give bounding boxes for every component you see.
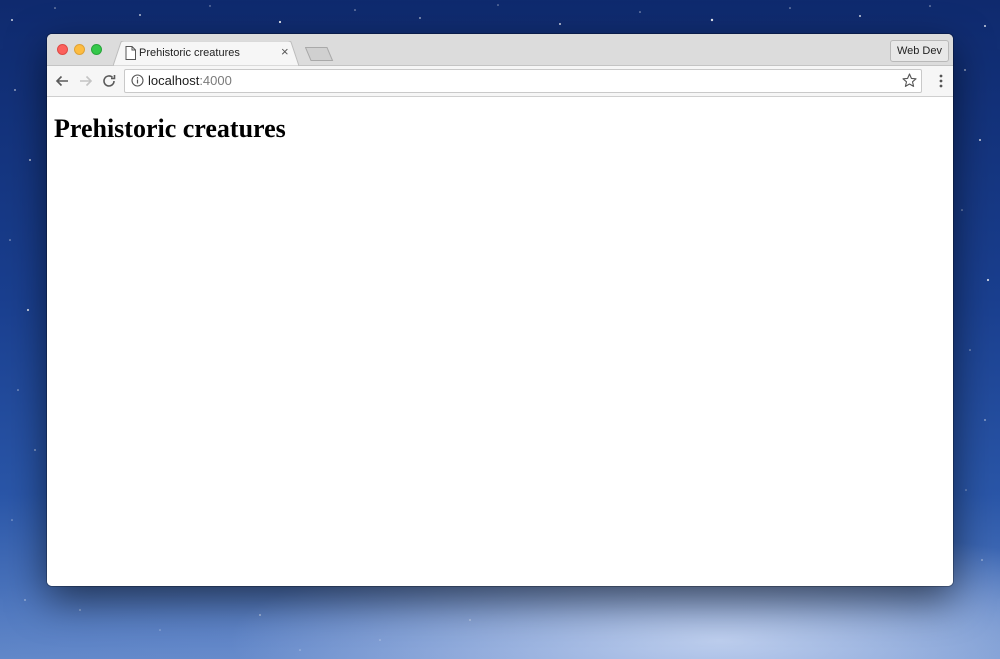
tab-close-icon[interactable]: ×	[281, 45, 289, 59]
url-host: localhost	[148, 73, 200, 88]
reload-icon[interactable]	[101, 73, 117, 89]
page-content: Prehistoric creatures	[47, 97, 953, 586]
desktop: Prehistoric creatures × Web Dev localhos…	[0, 0, 1000, 659]
window-minimize-button[interactable]	[74, 44, 85, 55]
tab-title: Prehistoric creatures	[139, 47, 240, 59]
browser-toolbar: localhost:4000	[47, 66, 953, 97]
document-icon	[125, 46, 136, 60]
page-heading: Prehistoric creatures	[54, 114, 286, 143]
window-close-button[interactable]	[57, 44, 68, 55]
kebab-menu-icon[interactable]	[939, 73, 943, 89]
window-maximize-button[interactable]	[91, 44, 102, 55]
arrow-left-icon[interactable]	[54, 73, 70, 89]
address-bar[interactable]: localhost:4000	[124, 69, 922, 93]
profile-button[interactable]: Web Dev	[889, 40, 949, 62]
url-text[interactable]: localhost:4000	[148, 73, 232, 88]
url-port: :4000	[199, 73, 232, 88]
new-tab-button[interactable]	[305, 47, 337, 61]
tab-prehistoric-creatures[interactable]: Prehistoric creatures ×	[113, 41, 299, 66]
arrow-right-icon[interactable]	[78, 73, 94, 89]
browser-window: Prehistoric creatures × Web Dev localhos…	[47, 34, 953, 586]
star-icon[interactable]	[902, 73, 917, 88]
info-icon[interactable]	[131, 74, 144, 87]
tab-strip: Prehistoric creatures × Web Dev	[47, 34, 953, 66]
